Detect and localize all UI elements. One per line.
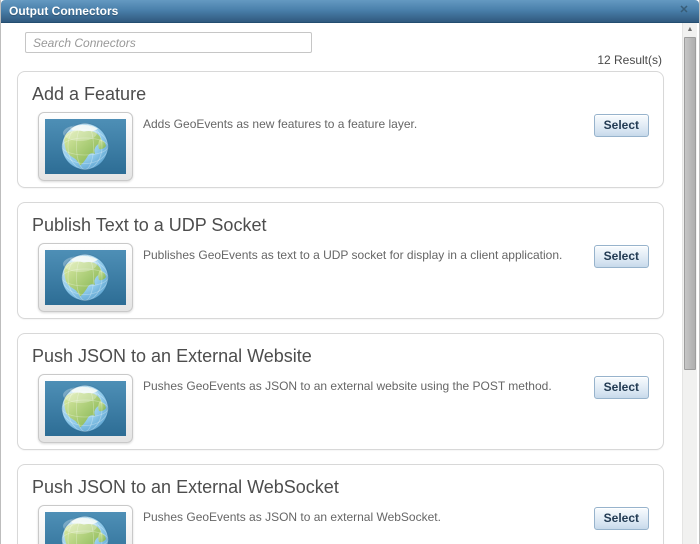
select-button[interactable]: Select (593, 114, 649, 137)
connector-description: Pushes GeoEvents as JSON to an external … (143, 510, 441, 524)
connector-title: Publish Text to a UDP Socket (32, 215, 267, 235)
connector-title: Push JSON to an External WebSocket (32, 477, 339, 497)
connector-thumbnail (38, 374, 133, 443)
search-input[interactable] (25, 32, 312, 53)
connector-thumbnail (38, 505, 133, 544)
connector-card: Publish Text to a UDP Socket Publishes G… (17, 202, 664, 319)
scroll-up-icon[interactable]: ▲ (683, 23, 697, 37)
connector-title: Push JSON to an External Website (32, 346, 312, 366)
scrollbar-thumb[interactable] (684, 37, 696, 370)
select-button[interactable]: Select (593, 376, 649, 399)
output-connectors-dialog: Output Connectors ✕ 12 Result(s) Add a F… (0, 0, 700, 544)
scrollbar[interactable]: ▲ (682, 23, 697, 544)
connector-card: Push JSON to an External WebSocket Pushe… (17, 464, 664, 544)
connector-description: Adds GeoEvents as new features to a feat… (143, 117, 418, 131)
results-count: 12 Result(s) (597, 53, 662, 67)
dialog-title: Output Connectors (9, 4, 119, 18)
globe-icon (45, 250, 126, 305)
connector-card: Push JSON to an External Website Pushes … (17, 333, 664, 450)
connector-description: Publishes GeoEvents as text to a UDP soc… (143, 248, 563, 262)
connector-description: Pushes GeoEvents as JSON to an external … (143, 379, 552, 393)
dialog-titlebar: Output Connectors ✕ (1, 0, 699, 23)
select-button[interactable]: Select (593, 507, 649, 530)
select-button[interactable]: Select (593, 245, 649, 268)
globe-icon (45, 512, 126, 544)
globe-icon (45, 381, 126, 436)
globe-icon (45, 119, 126, 174)
connector-thumbnail (38, 112, 133, 181)
connector-list: Add a Feature Adds GeoEvents as new feat… (17, 71, 664, 544)
connector-card: Add a Feature Adds GeoEvents as new feat… (17, 71, 664, 188)
close-icon[interactable]: ✕ (677, 3, 691, 17)
connector-thumbnail (38, 243, 133, 312)
connector-title: Add a Feature (32, 84, 147, 104)
